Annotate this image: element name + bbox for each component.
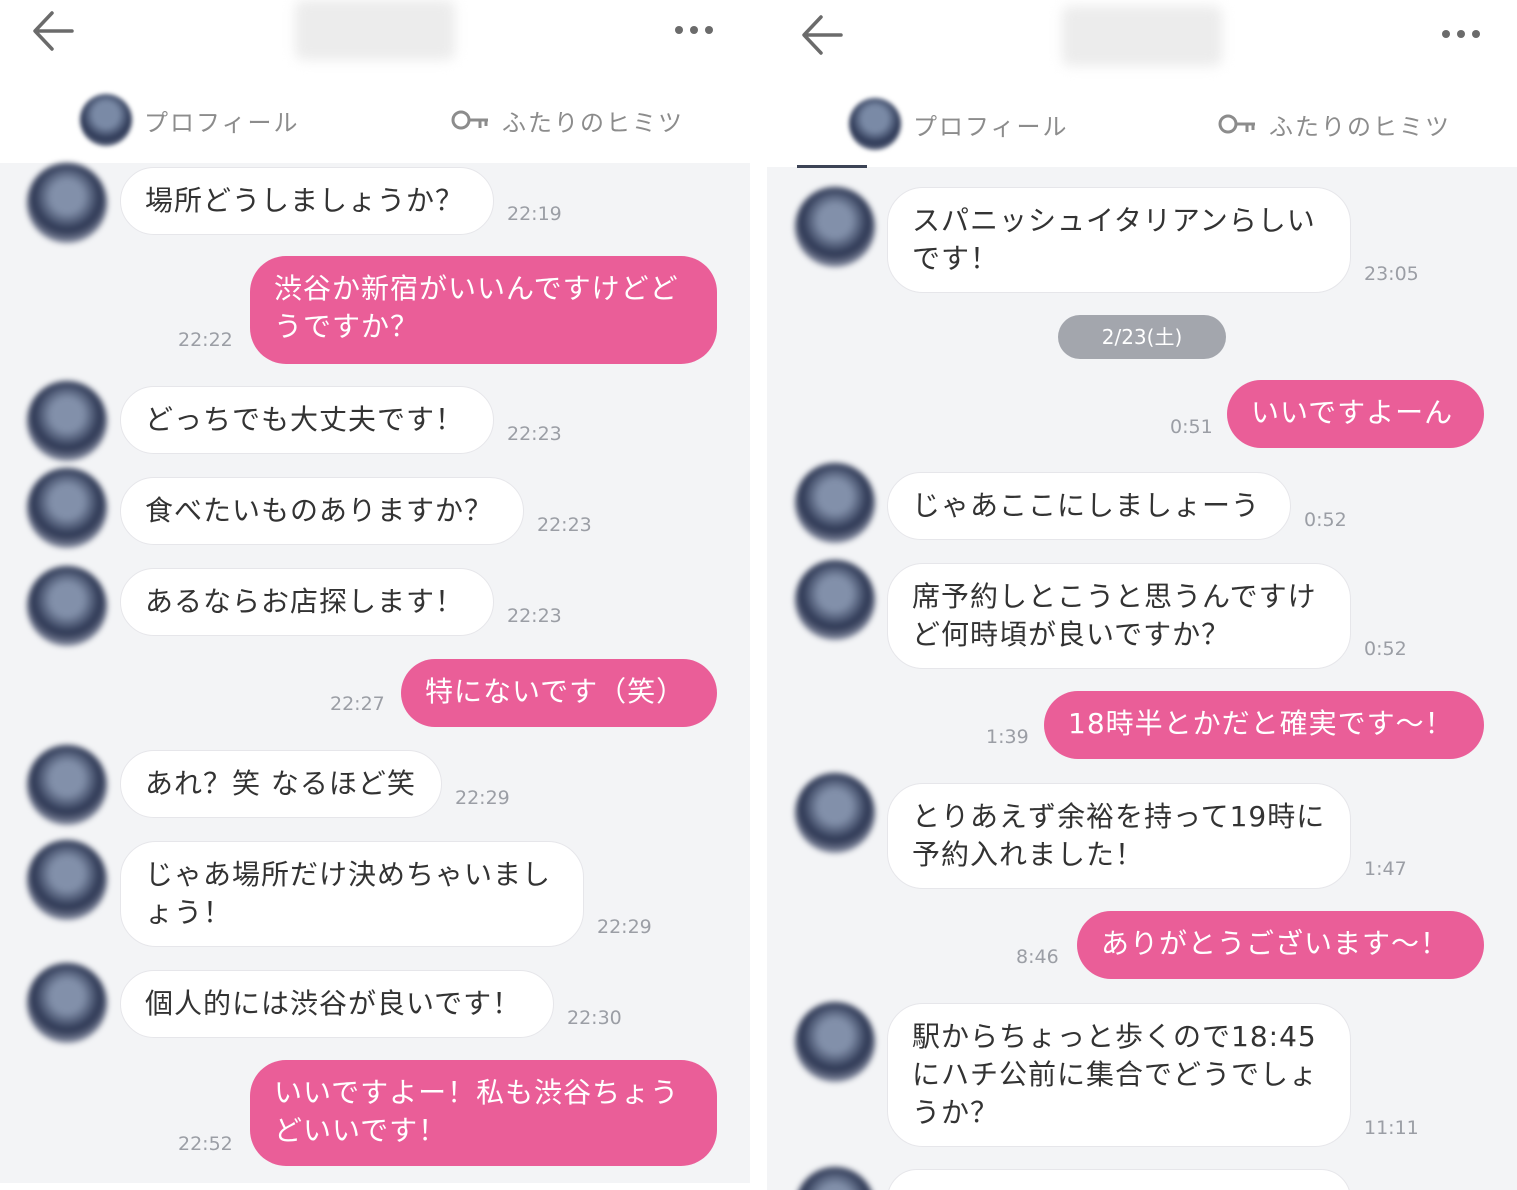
message-time: 1:39	[986, 726, 1029, 748]
message-incoming: あるならお店探します！	[120, 568, 494, 636]
avatar	[80, 94, 132, 146]
contact-name-blurred	[1062, 6, 1222, 66]
message-time: 8:46	[1016, 946, 1059, 968]
tab-bar: プロフィール ふたりのヒミツ	[767, 84, 1517, 166]
message-time: 11:11	[1364, 1117, 1419, 1139]
message-time: 1:47	[1364, 858, 1407, 880]
sender-avatar[interactable]	[27, 566, 107, 646]
tab-secret-label: ふたりのヒミツ	[502, 108, 684, 137]
sender-avatar[interactable]	[27, 840, 107, 920]
sender-avatar[interactable]	[27, 381, 107, 461]
message-time: 22:52	[178, 1133, 233, 1155]
message-outgoing: 18時半とかだと確実です～！	[1044, 691, 1484, 759]
key-icon	[451, 110, 488, 130]
tab-profile[interactable]: プロフィール	[849, 84, 1069, 164]
chat-header	[0, 0, 750, 75]
sender-avatar[interactable]	[795, 560, 875, 640]
tab-profile-label: プロフィール	[913, 112, 1069, 141]
tab-profile-label: プロフィール	[144, 108, 300, 137]
message-time: 22:22	[178, 329, 233, 351]
panel-divider	[750, 0, 767, 1190]
message-incoming: 場所どうしましょうか？	[120, 167, 494, 235]
message-list: スパニッシュイタリアンらしいです！ 23:05 2/23(土) いいですよーん …	[767, 165, 1517, 1190]
message-time: 22:23	[537, 514, 592, 536]
avatar	[849, 98, 901, 150]
message-time: 22:23	[507, 423, 562, 445]
chat-panel-right: プロフィール ふたりのヒミツ スパニッシュイタリアンらしいです！ 23:05 2…	[767, 0, 1517, 1190]
sender-avatar[interactable]	[27, 745, 107, 825]
message-incoming: 食べたいものありますか？	[120, 477, 524, 545]
message-incoming: とりあえず余裕を持って19時に予約入れました！	[887, 783, 1351, 889]
tab-secret[interactable]: ふたりのヒミツ	[450, 80, 684, 160]
tab-bar: プロフィール ふたりのヒミツ	[0, 80, 750, 162]
tab-profile[interactable]: プロフィール	[80, 80, 300, 160]
contact-name-blurred	[295, 0, 455, 60]
message-time: 0:52	[1364, 638, 1407, 660]
chat-panel-left: プロフィール ふたりのヒミツ 場所どうしましょうか？ 22:19 渋谷か新宿がい…	[0, 0, 750, 1190]
back-arrow-icon[interactable]	[30, 8, 80, 54]
message-incoming: 駅からちょっと歩くので18:45にハチ公前に集合でどうでしょうか？	[887, 1003, 1351, 1147]
message-time: 22:29	[455, 787, 510, 809]
message-incoming: じゃあここにしましょーう	[887, 472, 1291, 540]
message-outgoing: 特にないです（笑）	[401, 659, 717, 727]
sender-avatar[interactable]	[27, 163, 107, 243]
message-time: 0:51	[1170, 416, 1213, 438]
message-incoming: 席予約しとこうと思うんですけど何時頃が良いですか？	[887, 563, 1351, 669]
message-incoming-partial	[887, 1169, 1351, 1190]
message-outgoing: いいですよー！私も渋谷ちょうどいいです！	[250, 1060, 717, 1166]
message-incoming: じゃあ場所だけ決めちゃいましょう！	[120, 841, 584, 947]
sender-avatar[interactable]	[27, 468, 107, 548]
message-time: 0:52	[1304, 509, 1347, 531]
key-icon	[1218, 114, 1255, 134]
tab-secret-label: ふたりのヒミツ	[1269, 112, 1451, 141]
message-incoming: 個人的には渋谷が良いです！	[120, 970, 554, 1038]
message-time: 22:29	[597, 916, 652, 938]
message-incoming: スパニッシュイタリアンらしいです！	[887, 187, 1351, 293]
sender-avatar[interactable]	[795, 1167, 875, 1190]
message-incoming: どっちでも大丈夫です！	[120, 386, 494, 454]
scroll-edge-fragment	[797, 165, 867, 168]
message-list: 場所どうしましょうか？ 22:19 渋谷か新宿がいいんですけどどうですか？ 22…	[0, 163, 750, 1183]
message-outgoing: いいですよーん	[1227, 380, 1484, 448]
date-separator: 2/23(土)	[1058, 315, 1226, 359]
message-time: 22:19	[507, 203, 562, 225]
sender-avatar[interactable]	[27, 963, 107, 1043]
sender-avatar[interactable]	[795, 187, 875, 267]
more-dots-icon[interactable]	[670, 15, 718, 45]
message-outgoing: ありがとうございます～！	[1077, 911, 1484, 979]
sender-avatar[interactable]	[795, 463, 875, 543]
message-time: 22:23	[507, 605, 562, 627]
chat-header	[767, 0, 1517, 75]
message-time: 22:30	[567, 1007, 622, 1029]
message-outgoing: 渋谷か新宿がいいんですけどどうですか？	[250, 256, 717, 364]
more-dots-icon[interactable]	[1437, 19, 1485, 49]
message-time: 23:05	[1364, 263, 1419, 285]
message-incoming: あれ？笑 なるほど笑	[120, 750, 442, 818]
message-time: 22:27	[330, 693, 385, 715]
tab-secret[interactable]: ふたりのヒミツ	[1217, 84, 1451, 164]
sender-avatar[interactable]	[795, 1002, 875, 1082]
sender-avatar[interactable]	[795, 773, 875, 853]
back-arrow-icon[interactable]	[799, 12, 849, 58]
